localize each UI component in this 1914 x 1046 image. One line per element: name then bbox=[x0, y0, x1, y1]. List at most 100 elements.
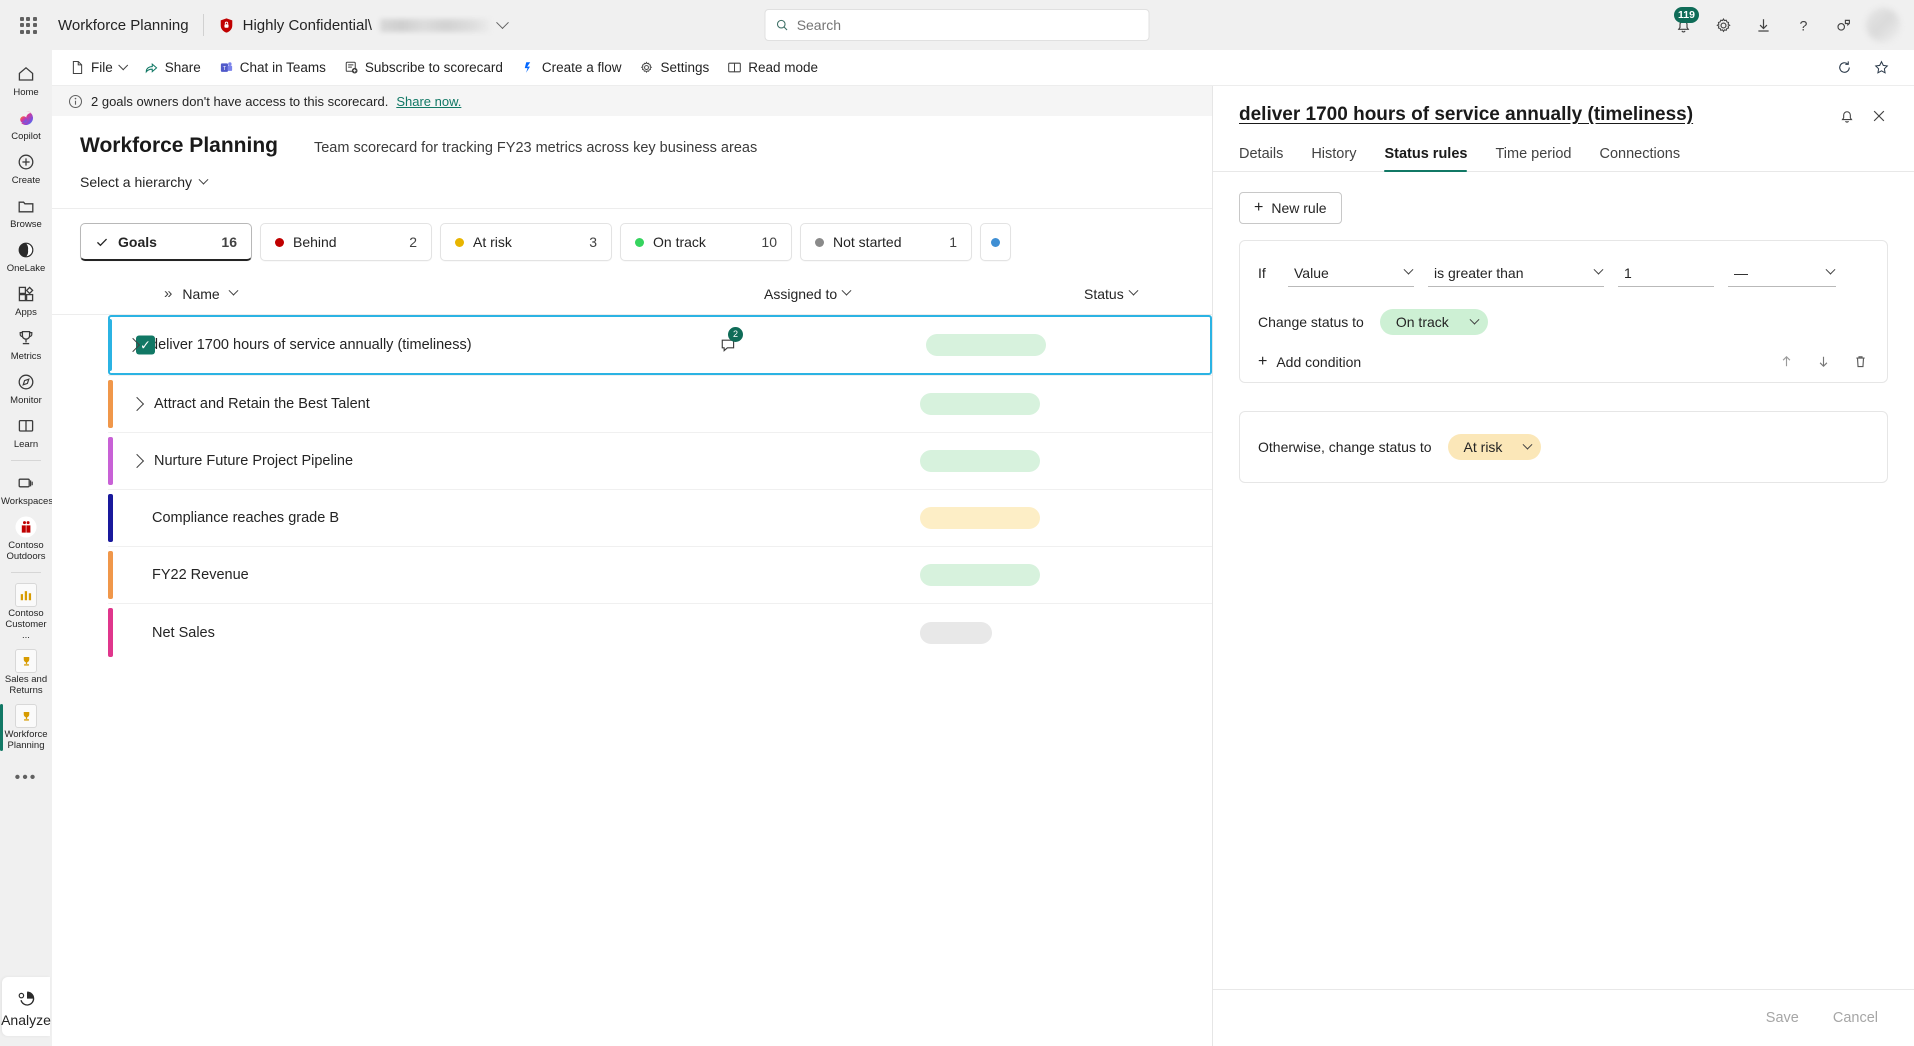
tab-status-rules[interactable]: Status rules bbox=[1384, 146, 1467, 171]
tab-time-period[interactable]: Time period bbox=[1495, 146, 1571, 171]
table-row[interactable]: Attract and Retain the Best Talent bbox=[108, 376, 1212, 433]
otherwise-card: Otherwise, change status to At risk bbox=[1239, 411, 1888, 483]
account-avatar[interactable] bbox=[1866, 8, 1900, 42]
sidebar-item-copilot[interactable]: Copilot bbox=[0, 102, 52, 146]
chip-count: 16 bbox=[221, 234, 237, 250]
sidebar-item-sales-and-returns[interactable]: Sales and Returns bbox=[0, 645, 52, 700]
search-input[interactable] bbox=[797, 17, 1139, 33]
share-now-link[interactable]: Share now. bbox=[396, 94, 461, 109]
status-dot-on-track bbox=[635, 238, 644, 247]
expand-all-icon[interactable]: » bbox=[164, 285, 172, 302]
header-divider bbox=[203, 14, 204, 36]
new-rule-button[interactable]: + New rule bbox=[1239, 192, 1342, 224]
status-pill bbox=[920, 507, 1040, 529]
sidebar-item-workforce-planning[interactable]: Workforce Planning bbox=[0, 700, 52, 755]
suite-header: Workforce Planning Highly Confidential\ bbox=[0, 0, 1914, 50]
notifications-icon[interactable]: 119 bbox=[1666, 8, 1700, 42]
save-button[interactable]: Save bbox=[1756, 1004, 1809, 1032]
sidebar-item-metrics[interactable]: Metrics bbox=[0, 322, 52, 366]
sidebar-item-browse[interactable]: Browse bbox=[0, 190, 52, 234]
sidebar-item-home[interactable]: Home bbox=[0, 58, 52, 102]
settings-gear-icon[interactable] bbox=[1706, 8, 1740, 42]
sidebar-item-learn[interactable]: Learn bbox=[0, 410, 52, 454]
nav-more-button[interactable]: ••• bbox=[15, 755, 38, 801]
tab-connections[interactable]: Connections bbox=[1599, 146, 1680, 171]
search-container bbox=[765, 9, 1150, 41]
table-row[interactable]: Net Sales bbox=[108, 604, 1212, 661]
row-comments[interactable]: 2 bbox=[720, 337, 746, 354]
add-condition-button[interactable]: + Add condition bbox=[1258, 354, 1361, 370]
refresh-icon[interactable] bbox=[1828, 54, 1861, 81]
chip-on-track[interactable]: On track 10 bbox=[620, 223, 792, 261]
nav-divider bbox=[11, 460, 41, 461]
arrow-down-icon[interactable] bbox=[1815, 353, 1832, 370]
share-button[interactable]: Share bbox=[136, 55, 209, 80]
chevron-down-icon[interactable] bbox=[496, 16, 509, 29]
chip-behind[interactable]: Behind 2 bbox=[260, 223, 432, 261]
star-icon[interactable] bbox=[1865, 54, 1898, 81]
rule-value-input[interactable]: 1 bbox=[1618, 259, 1714, 287]
expand-row-icon[interactable] bbox=[130, 397, 144, 411]
left-navigation: Home Copilot Create Browse OneLake Apps … bbox=[0, 50, 52, 1046]
select-hierarchy-dropdown[interactable]: Select a hierarchy bbox=[80, 174, 207, 190]
file-menu-button[interactable]: File bbox=[62, 55, 134, 80]
sidebar-item-create[interactable]: Create bbox=[0, 146, 52, 190]
column-header-status[interactable]: Status bbox=[1084, 286, 1137, 302]
chip-goals[interactable]: Goals 16 bbox=[80, 223, 252, 261]
sidebar-item-workspaces[interactable]: Workspaces bbox=[0, 467, 52, 511]
download-icon[interactable] bbox=[1746, 8, 1780, 42]
otherwise-status-dropdown[interactable]: At risk bbox=[1448, 434, 1542, 460]
sidebar-label: Contoso Customer ... bbox=[2, 608, 50, 641]
bell-icon[interactable] bbox=[1838, 107, 1856, 125]
table-row[interactable]: FY22 Revenue bbox=[108, 547, 1212, 604]
table-row[interactable]: Nurture Future Project Pipeline bbox=[108, 433, 1212, 490]
sidebar-item-onelake[interactable]: OneLake bbox=[0, 234, 52, 278]
read-mode-button[interactable]: Read mode bbox=[719, 55, 826, 80]
trash-icon[interactable] bbox=[1852, 353, 1869, 370]
if-label: If bbox=[1258, 265, 1274, 281]
cancel-button[interactable]: Cancel bbox=[1823, 1004, 1888, 1032]
command-bar-right bbox=[1828, 54, 1904, 81]
chip-at-risk[interactable]: At risk 3 bbox=[440, 223, 612, 261]
tab-details[interactable]: Details bbox=[1239, 146, 1283, 171]
expand-row-icon[interactable] bbox=[130, 454, 144, 468]
feedback-icon[interactable] bbox=[1826, 8, 1860, 42]
change-status-dropdown[interactable]: On track bbox=[1380, 309, 1488, 335]
file-icon bbox=[70, 60, 85, 75]
search-box[interactable] bbox=[765, 9, 1150, 41]
settings-button[interactable]: Settings bbox=[631, 55, 717, 80]
tab-history[interactable]: History bbox=[1311, 146, 1356, 171]
goal-name: Net Sales bbox=[152, 625, 215, 641]
column-header-assigned-to[interactable]: Assigned to bbox=[764, 286, 934, 302]
help-icon[interactable]: ? bbox=[1786, 8, 1820, 42]
waffle-icon[interactable] bbox=[14, 11, 42, 39]
row-name-cell: FY22 Revenue bbox=[108, 567, 720, 583]
sidebar-item-apps[interactable]: Apps bbox=[0, 278, 52, 322]
panel-title[interactable]: deliver 1700 hours of service annually (… bbox=[1239, 104, 1838, 126]
sidebar-item-contoso-customer[interactable]: Contoso Customer ... bbox=[0, 579, 52, 645]
sidebar-item-monitor[interactable]: Monitor bbox=[0, 366, 52, 410]
chip-label: Goals bbox=[118, 234, 157, 250]
create-flow-button[interactable]: Create a flow bbox=[513, 55, 630, 80]
gear-icon bbox=[639, 60, 654, 75]
chip-overflow[interactable] bbox=[980, 223, 1011, 261]
sensitivity-label[interactable]: Highly Confidential\ bbox=[218, 17, 507, 34]
rule-operator-dropdown[interactable]: is greater than bbox=[1428, 259, 1604, 287]
table-row[interactable]: ✓ deliver 1700 hours of service annually… bbox=[108, 315, 1212, 376]
chip-count: 3 bbox=[589, 234, 597, 250]
rule-value: 1 bbox=[1624, 265, 1632, 281]
subscribe-button[interactable]: Subscribe to scorecard bbox=[336, 55, 511, 80]
chat-in-teams-button[interactable]: T Chat in Teams bbox=[211, 55, 334, 80]
status-dot-at-risk bbox=[455, 238, 464, 247]
chevron-down-icon bbox=[228, 286, 238, 296]
rule-unit-dropdown[interactable]: — bbox=[1728, 259, 1836, 287]
sidebar-item-contoso-outdoors[interactable]: Contoso Outdoors bbox=[0, 511, 52, 566]
table-row[interactable]: Compliance reaches grade B bbox=[108, 490, 1212, 547]
close-icon[interactable] bbox=[1870, 107, 1888, 125]
chip-not-started[interactable]: Not started 1 bbox=[800, 223, 972, 261]
column-header-name[interactable]: » Name bbox=[164, 285, 764, 302]
rule-field-dropdown[interactable]: Value bbox=[1288, 259, 1414, 287]
arrow-up-icon[interactable] bbox=[1778, 353, 1795, 370]
analyze-button[interactable]: Analyze bbox=[2, 977, 50, 1036]
select-hierarchy-label: Select a hierarchy bbox=[80, 174, 192, 190]
